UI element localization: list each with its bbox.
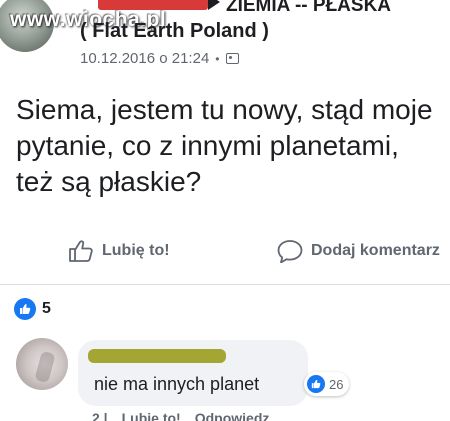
comment-like-link[interactable]: Lubię to! (122, 410, 181, 421)
group-subtitle[interactable]: ( Flat Earth Poland ) (80, 20, 269, 43)
reaction-count: 5 (42, 300, 51, 317)
comment-icon (277, 240, 303, 263)
divider (0, 284, 450, 285)
comment-button[interactable]: Dodaj komentarz (277, 239, 440, 263)
group-title[interactable]: ZIEMIA -- PŁASKA (208, 0, 391, 17)
like-reaction-icon (307, 375, 325, 393)
thumbs-up-icon (69, 240, 93, 262)
comment-reactions[interactable]: 26 (304, 372, 350, 396)
like-reaction-icon (14, 298, 36, 320)
commenter-avatar[interactable] (16, 338, 68, 390)
like-button[interactable]: Lubię to! (68, 239, 170, 263)
meta-separator: • (215, 51, 220, 66)
arrow-right-icon (208, 0, 220, 10)
comment-age: 2 | (92, 410, 108, 421)
commenter-name-redacted[interactable] (88, 349, 226, 363)
author-name-redacted[interactable] (98, 0, 208, 10)
post-meta: 10.12.2016 o 21:24 • (80, 50, 239, 67)
comment-actions: 2 | Lubię to! Odpowiedz (92, 410, 269, 421)
post-text: Siema, jestem tu nowy, stąd moje pytanie… (16, 94, 433, 197)
post-timestamp[interactable]: 10.12.2016 o 21:24 (80, 50, 209, 67)
like-label: Lubię to! (102, 242, 170, 259)
comment-reply-link[interactable]: Odpowiedz (195, 410, 270, 421)
photo-icon (225, 53, 239, 64)
reaction-summary[interactable]: 5 (14, 298, 51, 320)
comment-text: nie ma innych planet (94, 374, 260, 394)
post-actions: Lubię to! Dodaj komentarz (0, 230, 450, 272)
comment-reaction-count: 26 (329, 376, 344, 392)
comment-label: Dodaj komentarz (311, 242, 440, 259)
